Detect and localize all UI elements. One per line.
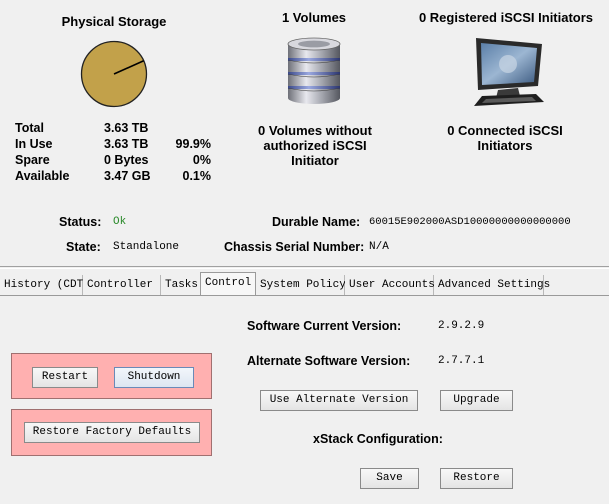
save-button[interactable]: Save <box>360 468 419 489</box>
volumes-note-line: Initiator <box>291 153 339 168</box>
state-label: State: <box>66 240 101 254</box>
storage-row-percent: 0% <box>192 153 211 167</box>
section-divider-highlight <box>0 268 609 269</box>
volumes-note-line: 0 Volumes without <box>258 123 372 138</box>
storage-row-value: 3.63 TB <box>104 137 149 151</box>
xstack-configuration-label: xStack Configuration: <box>313 432 443 446</box>
alternate-version-label: Alternate Software Version: <box>247 354 411 368</box>
durable-name-value: 60015E902000ASD10000000000000000 <box>369 216 571 228</box>
tab-history-cdt[interactable]: History (CDT) <box>0 275 90 295</box>
tab-baseline <box>0 295 609 296</box>
tab-strip: History (CDT) Controller Tasks Control S… <box>0 272 609 295</box>
alternate-version-value: 2.7.7.1 <box>438 355 485 367</box>
connected-note-line: Initiators <box>477 138 533 153</box>
factory-defaults-panel: Restore Factory Defaults <box>11 409 212 456</box>
upgrade-button[interactable]: Upgrade <box>440 390 513 411</box>
tab-advanced-settings[interactable]: Advanced Settings <box>434 275 550 295</box>
restart-button[interactable]: Restart <box>32 367 98 388</box>
storage-row-spare: Spare 0 Bytes 0% <box>15 153 225 169</box>
storage-row-value: 3.63 TB <box>104 121 149 135</box>
chassis-serial-value: N/A <box>369 241 389 253</box>
restore-button[interactable]: Restore <box>440 468 513 489</box>
section-divider <box>0 266 609 267</box>
chassis-serial-label: Chassis Serial Number: <box>224 240 365 254</box>
durable-name-label: Durable Name: <box>272 215 361 229</box>
status-value: Ok <box>113 216 127 228</box>
tab-tasks[interactable]: Tasks <box>161 275 201 295</box>
storage-row-total: Total 3.63 TB <box>15 121 225 137</box>
volumes-note-line: authorized iSCSI <box>263 138 367 153</box>
storage-row-available: Available 3.47 GB 0.1% <box>15 169 225 185</box>
storage-pie-chart <box>80 40 148 108</box>
power-controls-panel: Restart Shutdown <box>11 353 212 399</box>
volumes-title[interactable]: 1 Volumes <box>242 10 386 25</box>
restore-factory-defaults-button[interactable]: Restore Factory Defaults <box>24 422 200 443</box>
storage-row-value: 0 Bytes <box>104 153 149 167</box>
storage-row-percent: 99.9% <box>175 137 211 151</box>
use-alternate-version-button[interactable]: Use Alternate Version <box>260 390 418 411</box>
tab-system-policy[interactable]: System Policy <box>256 275 346 295</box>
current-version-value: 2.9.2.9 <box>438 320 485 332</box>
storage-row-label: In Use <box>15 137 53 151</box>
connected-note-line: 0 Connected iSCSI <box>447 123 563 138</box>
shutdown-button[interactable]: Shutdown <box>114 367 194 388</box>
storage-row-label: Total <box>15 121 44 135</box>
storage-row-in-use: In Use 3.63 TB 99.9% <box>15 137 225 153</box>
tab-user-accounts[interactable]: User Accounts <box>345 275 435 295</box>
state-value: Standalone <box>113 241 180 253</box>
volumes-without-initiator-note: 0 Volumes without authorized iSCSI Initi… <box>240 123 390 168</box>
connected-initiators-note: 0 Connected iSCSI Initiators <box>420 123 590 153</box>
registered-initiators-title[interactable]: 0 Registered iSCSI Initiators <box>408 10 604 25</box>
tab-controller[interactable]: Controller <box>83 275 161 295</box>
status-label: Status: <box>59 215 102 229</box>
tab-control[interactable]: Control <box>200 272 256 295</box>
storage-row-label: Spare <box>15 153 50 167</box>
storage-row-label: Available <box>15 169 70 183</box>
current-version-label: Software Current Version: <box>247 319 402 333</box>
physical-storage-title: Physical Storage <box>61 14 167 29</box>
storage-row-value: 3.47 GB <box>104 169 151 183</box>
database-icon[interactable] <box>284 36 344 106</box>
storage-row-percent: 0.1% <box>182 169 212 183</box>
monitor-icon[interactable] <box>468 36 548 110</box>
